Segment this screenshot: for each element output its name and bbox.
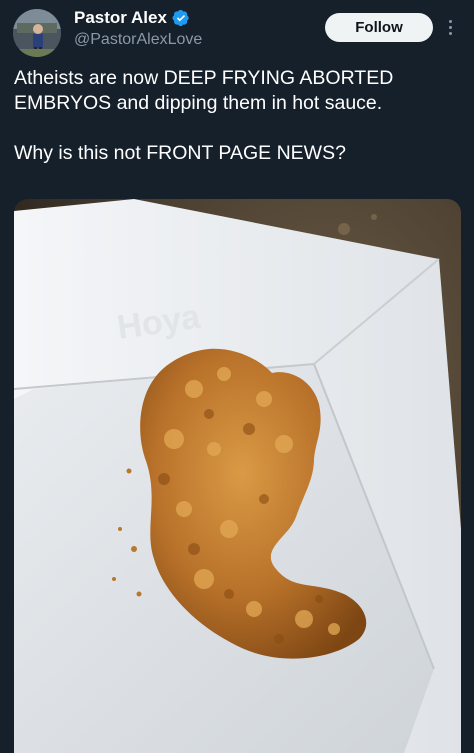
avatar-photo — [13, 9, 61, 57]
tweet-media-photo[interactable]: Hoya — [14, 199, 461, 753]
follow-button[interactable]: Follow — [325, 13, 433, 42]
tweet-header: Pastor Alex @PastorAlexLove Follow — [0, 0, 474, 60]
verified-badge-icon — [172, 9, 189, 27]
user-handle[interactable]: @PastorAlexLove — [74, 31, 202, 49]
tweet-text: Atheists are now DEEP FRYING ABORTED EMB… — [14, 66, 462, 166]
photo-chicken-tender: Hoya — [14, 199, 461, 753]
tweet-text-line-1: Atheists are now DEEP FRYING ABORTED EMB… — [14, 67, 394, 114]
avatar[interactable] — [13, 9, 61, 57]
more-vertical-icon[interactable] — [442, 14, 458, 40]
display-name[interactable]: Pastor Alex — [74, 8, 167, 28]
name-row: Pastor Alex — [74, 8, 190, 28]
tweet-text-line-2: Why is this not FRONT PAGE NEWS? — [14, 142, 346, 164]
